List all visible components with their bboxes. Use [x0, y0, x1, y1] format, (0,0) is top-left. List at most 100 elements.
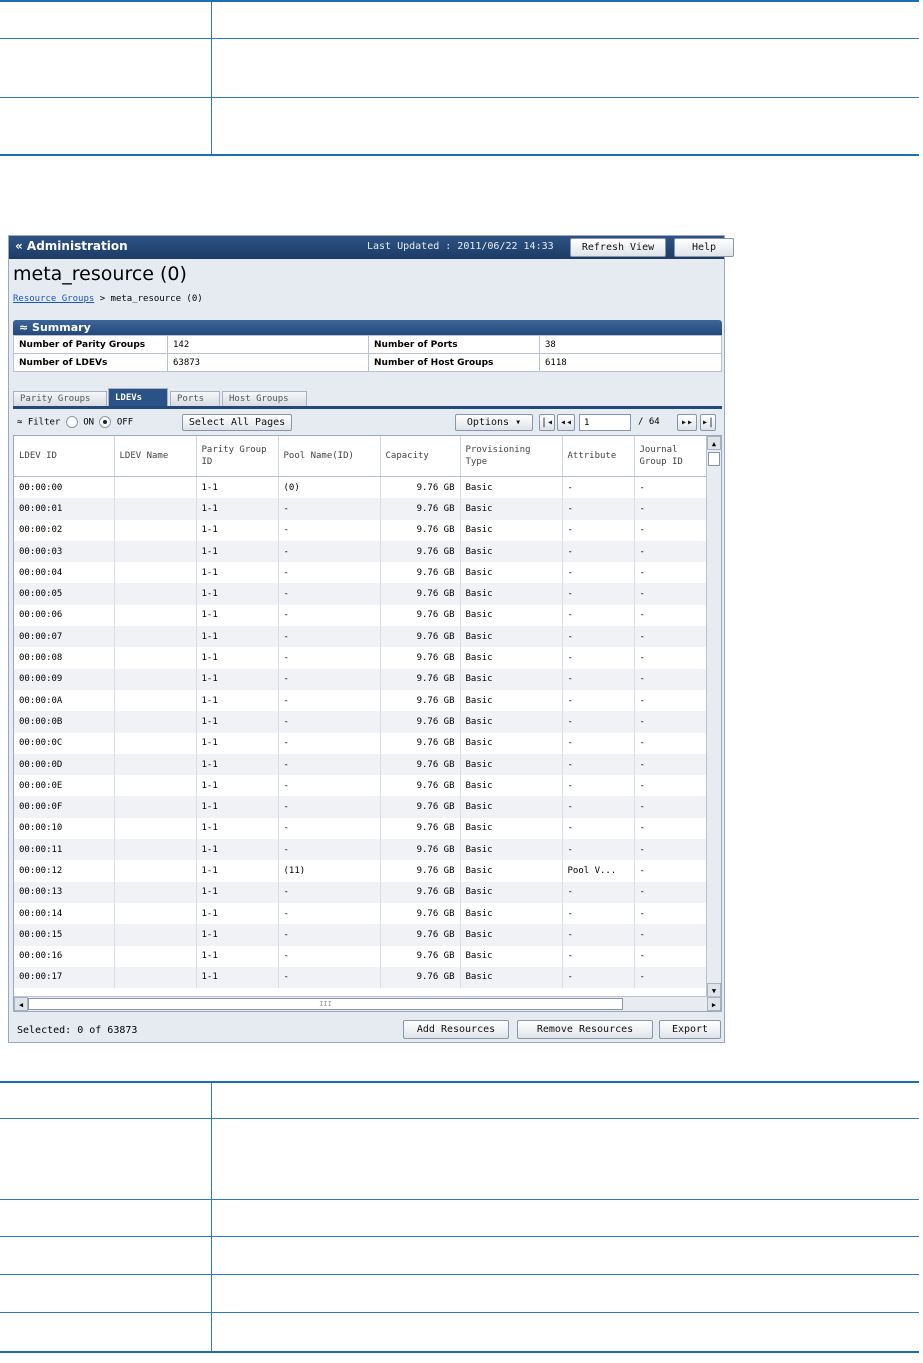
table-row[interactable]: 00:00:01 1-1-9.76 GB Basic - - [14, 498, 709, 520]
table-cell: 9.76 GB [380, 796, 461, 818]
previous-page-icon[interactable]: ◂◂ [557, 414, 575, 431]
table-row[interactable]: 00:00:08 1-1-9.76 GB Basic - - [14, 647, 709, 669]
table-row[interactable]: 00:00:15 1-1-9.76 GB Basic - - [14, 924, 709, 946]
table-row[interactable]: 00:00:0F 1-1-9.76 GB Basic - - [14, 796, 709, 818]
table-row[interactable]: 00:00:0A 1-1-9.76 GB Basic - - [14, 689, 709, 712]
summary-table: Number of Parity Groups 142 Number of Po… [13, 335, 722, 372]
table-row[interactable]: 00:00:03 1-1-9.76 GB Basic - - [14, 540, 709, 563]
summary-header[interactable]: ≈ Summary [13, 320, 722, 335]
table-row[interactable]: 00:00:02 1-1-9.76 GB Basic - - [14, 519, 709, 541]
table-row[interactable]: 00:00:10 1-1-9.76 GB Basic - - [14, 817, 709, 840]
column-header-attribute[interactable]: Attribute [562, 436, 635, 477]
table-cell: Basic [460, 966, 563, 989]
tab-ldevs[interactable]: LDEVs [108, 388, 168, 406]
table-row[interactable]: 00:00:05 1-1-9.76 GB Basic - - [14, 583, 709, 605]
first-page-icon[interactable]: |◂ [539, 414, 555, 431]
table-row[interactable]: 00:00:0D 1-1-9.76 GB Basic - - [14, 753, 709, 776]
export-button[interactable]: Export [659, 1020, 721, 1039]
column-header-capacity[interactable]: Capacity [380, 436, 461, 477]
table-cell: Basic [460, 817, 563, 840]
table-cell: - [278, 881, 381, 903]
table-row[interactable]: 00:00:17 1-1-9.76 GB Basic - - [14, 966, 709, 989]
table-cell: 1-1 [196, 476, 279, 499]
table-cell: 00:00:02 [14, 519, 115, 541]
page-title: meta_resource (0) [13, 263, 187, 285]
help-button[interactable]: Help [674, 238, 734, 257]
table-cell: 00:00:06 [14, 604, 115, 627]
table-cell: Basic [460, 519, 563, 541]
next-page-icon[interactable]: ▸▸ [677, 414, 697, 431]
scroll-right-icon[interactable]: ▶ [707, 997, 721, 1011]
table-row[interactable]: 00:00:07 1-1-9.76 GB Basic - - [14, 626, 709, 648]
column-header-provisioning-type[interactable]: Provisioning Type [460, 436, 563, 477]
table-cell: 00:00:0E [14, 775, 115, 797]
table-cell: - [634, 924, 709, 946]
table-cell: - [562, 540, 635, 563]
filter-control: ≈ Filter ON OFF [17, 416, 133, 428]
table-cell: - [278, 540, 381, 563]
table-row[interactable]: 00:00:11 1-1-9.76 GB Basic - - [14, 839, 709, 861]
table-row[interactable]: 00:00:0B 1-1-9.76 GB Basic - - [14, 711, 709, 733]
table-cell: 9.76 GB [380, 839, 461, 861]
vertical-scroll-thumb[interactable] [708, 452, 720, 466]
filter-on-radio[interactable] [65, 416, 78, 428]
window-title[interactable]: « Administration [15, 239, 128, 253]
page-number-input[interactable] [579, 414, 631, 431]
table-row[interactable]: 00:00:04 1-1-9.76 GB Basic - - [14, 562, 709, 584]
column-header-ldev-name[interactable]: LDEV Name [114, 436, 197, 477]
select-all-pages-button[interactable]: Select All Pages [182, 414, 292, 431]
horizontal-scroll-thumb[interactable]: III [28, 998, 623, 1010]
filter-collapse-icon[interactable]: ≈ [17, 418, 22, 428]
table-cell: 9.76 GB [380, 902, 461, 925]
tab-parity-groups[interactable]: Parity Groups [13, 391, 107, 406]
options-dropdown[interactable]: Options ▾ [455, 414, 533, 431]
table-cell [114, 647, 197, 669]
scroll-up-icon[interactable]: ▲ [707, 436, 721, 450]
table-cell: - [562, 902, 635, 925]
table-row[interactable]: 00:00:14 1-1-9.76 GB Basic - - [14, 902, 709, 925]
add-resources-button[interactable]: Add Resources [403, 1020, 509, 1039]
column-header-journal-group-id[interactable]: Journal Group ID [634, 436, 709, 477]
filter-off-radio[interactable] [99, 416, 112, 428]
table-row[interactable]: 00:00:00 1-1 (0) 9.76 GB Basic - - [14, 476, 709, 499]
table-cell: 1-1 [196, 732, 279, 754]
table-cell: 9.76 GB [380, 753, 461, 776]
breadcrumb-current: meta_resource (0) [110, 294, 203, 304]
table-cell: Basic [460, 881, 563, 903]
breadcrumb-resource-groups-link[interactable]: Resource Groups [13, 294, 94, 304]
table-cell: 9.76 GB [380, 775, 461, 797]
table-row[interactable]: 00:00:13 1-1-9.76 GB Basic - - [14, 881, 709, 903]
table-row[interactable]: 00:00:0C 1-1-9.76 GB Basic - - [14, 732, 709, 754]
table-cell: - [278, 519, 381, 541]
column-header-ldev-id[interactable]: LDEV ID [14, 436, 115, 477]
tab-host-groups[interactable]: Host Groups [222, 391, 307, 406]
table-row[interactable]: 00:00:06 1-1-9.76 GB Basic - - [14, 604, 709, 627]
filter-on-label: ON [83, 417, 95, 428]
scroll-left-icon[interactable]: ◀ [14, 997, 28, 1011]
table-cell: Basic [460, 924, 563, 946]
refresh-view-button[interactable]: Refresh View [570, 238, 666, 257]
vertical-scrollbar[interactable]: ▲ ▼ [706, 436, 721, 997]
column-header-parity-group-id[interactable]: Parity Group ID [196, 436, 279, 477]
scroll-down-icon[interactable]: ▼ [707, 983, 721, 997]
tab-ports[interactable]: Ports [170, 391, 220, 406]
table-cell [114, 924, 197, 946]
administration-window: « Administration Last Updated : 2011/06/… [8, 235, 734, 1043]
table-cell: Basic [460, 775, 563, 797]
table-cell: 9.76 GB [380, 817, 461, 840]
table-cell: 00:00:07 [14, 626, 115, 648]
table-cell: 9.76 GB [380, 689, 461, 712]
horizontal-scrollbar[interactable]: ◀ III ▶ [14, 996, 721, 1011]
last-page-icon[interactable]: ▸| [700, 414, 716, 431]
table-cell: - [562, 881, 635, 903]
filter-off-label: OFF [116, 417, 134, 428]
table-cell: Basic [460, 945, 563, 967]
column-header-pool-name[interactable]: Pool Name(ID) [278, 436, 381, 477]
table-row[interactable]: 00:00:09 1-1-9.76 GB Basic - - [14, 668, 709, 690]
table-row[interactable]: 00:00:12 1-1 (11) 9.76 GB Basic Pool V... - [14, 860, 709, 882]
remove-resources-button[interactable]: Remove Resources [517, 1020, 653, 1039]
table-cell: 00:00:0B [14, 711, 115, 733]
table-row[interactable]: 00:00:16 1-1-9.76 GB Basic - - [14, 945, 709, 967]
table-cell: 9.76 GB [380, 540, 461, 563]
table-row[interactable]: 00:00:0E 1-1-9.76 GB Basic - - [14, 775, 709, 797]
